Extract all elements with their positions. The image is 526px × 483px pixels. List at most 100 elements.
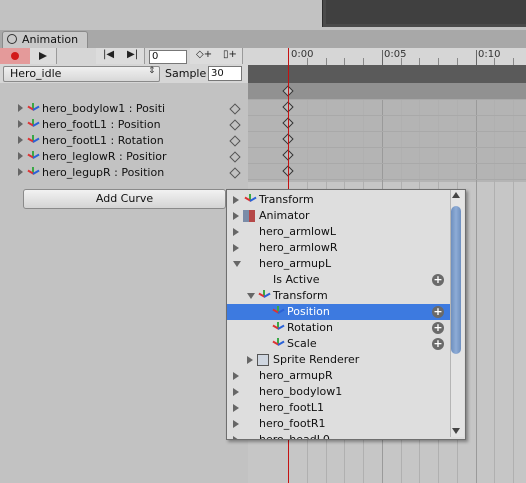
scroll-down-arrow-icon[interactable] <box>452 428 460 434</box>
add-property-plus-icon[interactable]: + <box>432 322 444 334</box>
row-separator <box>248 99 526 100</box>
row-separator <box>248 131 526 132</box>
expand-arrow-icon[interactable] <box>233 196 239 204</box>
popup-item[interactable]: Scale + <box>227 336 451 352</box>
transform-icon <box>26 134 40 148</box>
ruler-label: 0:05 <box>384 49 407 60</box>
ruler-tick <box>457 58 458 65</box>
popup-item[interactable]: Transform <box>227 288 451 304</box>
popup-item[interactable]: hero_armupL <box>227 256 451 272</box>
expand-arrow-icon[interactable] <box>18 136 23 144</box>
add-property-plus-icon[interactable]: + <box>432 274 444 286</box>
clip-name: Hero_idle <box>10 67 62 80</box>
popup-item-label: hero_armupL <box>259 257 332 270</box>
popup-item-label: Transform <box>273 289 328 302</box>
ruler-label: 0:10 <box>478 49 501 60</box>
popup-item[interactable]: Rotation + <box>227 320 451 336</box>
expand-arrow-icon[interactable] <box>18 168 23 176</box>
expand-arrow-icon[interactable] <box>18 104 23 112</box>
property-label: hero_bodylow1 : Positi <box>42 102 166 115</box>
scroll-up-arrow-icon[interactable] <box>452 192 460 198</box>
add-curve-button[interactable]: Add Curve <box>23 189 226 209</box>
expand-arrow-icon[interactable] <box>233 420 239 428</box>
next-keyframe-button[interactable]: ▶| <box>120 48 145 64</box>
events-strip[interactable] <box>248 65 526 83</box>
popup-item-label: hero_footL1 <box>259 401 325 414</box>
grid-line <box>494 99 495 483</box>
transform-icon <box>26 118 40 132</box>
add-property-plus-icon[interactable]: + <box>432 338 444 350</box>
sample-rate-field[interactable]: 30 <box>208 66 242 81</box>
previous-keyframe-icon: |◀ <box>103 49 115 60</box>
popup-item[interactable]: hero_bodylow1 <box>227 384 451 400</box>
popup-item[interactable]: Animator <box>227 208 451 224</box>
ruler-tick <box>438 58 439 65</box>
expand-arrow-icon[interactable] <box>233 372 239 380</box>
property-row[interactable]: hero_leglowR : Positior <box>0 149 248 165</box>
expand-arrow-icon[interactable] <box>18 120 23 128</box>
popup-item[interactable]: Transform <box>227 192 451 208</box>
popup-item-label: hero_bodylow1 <box>259 385 343 398</box>
clock-icon <box>7 34 17 44</box>
transform-icon <box>243 193 257 207</box>
ruler-tick <box>476 50 477 65</box>
popup-item-selected[interactable]: Position + <box>227 304 451 320</box>
ruler-tick <box>419 58 420 65</box>
collapse-arrow-icon[interactable] <box>247 293 255 299</box>
row-separator <box>248 179 526 180</box>
expand-arrow-icon[interactable] <box>233 212 239 220</box>
property-label: hero_footL1 : Rotation <box>42 134 164 147</box>
keyframe-toggle-icon[interactable] <box>229 103 241 115</box>
expand-arrow-icon[interactable] <box>233 436 239 439</box>
keyframe-toggle-icon[interactable] <box>229 119 241 131</box>
transform-icon <box>26 102 40 116</box>
property-row[interactable]: hero_footL1 : Rotation <box>0 133 248 149</box>
add-event-button[interactable]: ▯+ <box>216 48 243 64</box>
property-row[interactable]: hero_footL1 : Position <box>0 117 248 133</box>
popup-item[interactable]: hero_armupR <box>227 368 451 384</box>
previous-keyframe-button[interactable]: |◀ <box>96 48 121 64</box>
dropdown-arrow-icon: ⇕ <box>148 66 156 76</box>
popup-item[interactable]: Sprite Renderer <box>227 352 451 368</box>
animator-icon <box>243 210 255 222</box>
keyframe-toggle-icon[interactable] <box>229 151 241 163</box>
frame-field[interactable]: 0 <box>149 50 187 64</box>
add-event-icon: ▯+ <box>223 49 237 60</box>
add-keyframe-icon: ◇+ <box>196 49 213 60</box>
expand-arrow-icon[interactable] <box>233 388 239 396</box>
expand-arrow-icon[interactable] <box>233 244 239 252</box>
transform-icon <box>26 150 40 164</box>
keyframe-toggle-icon[interactable] <box>229 167 241 179</box>
popup-item[interactable]: Is Active + <box>227 272 451 288</box>
add-curve-popup: Transform Animator hero_armlowL hero_armlow… <box>226 189 466 440</box>
next-keyframe-icon: ▶| <box>127 49 139 60</box>
tab-animation-label: Animation <box>22 33 79 46</box>
keyframe-toggle-icon[interactable] <box>229 135 241 147</box>
popup-item-label: Sprite Renderer <box>273 353 360 366</box>
ruler-tick <box>513 58 514 65</box>
grid-line <box>513 99 514 483</box>
transform-icon <box>271 337 285 351</box>
popup-item-label: hero_armlowR <box>259 241 338 254</box>
popup-item[interactable]: hero_armlowL <box>227 224 451 240</box>
row-separator <box>248 147 526 148</box>
play-icon <box>39 52 47 60</box>
popup-item[interactable]: hero_footL1 <box>227 400 451 416</box>
expand-arrow-icon[interactable] <box>18 152 23 160</box>
expand-arrow-icon[interactable] <box>247 356 253 364</box>
popup-item-label: hero_armlowL <box>259 225 336 238</box>
add-keyframe-button[interactable]: ◇+ <box>190 48 217 64</box>
popup-item[interactable]: hero_armlowR <box>227 240 451 256</box>
property-row[interactable]: hero_legupR : Position <box>0 165 248 181</box>
expand-arrow-icon[interactable] <box>233 228 239 236</box>
property-row[interactable]: hero_bodylow1 : Positi <box>0 101 248 117</box>
ruler-tick <box>363 58 364 65</box>
scrollbar-thumb[interactable] <box>451 206 461 354</box>
collapse-arrow-icon[interactable] <box>233 261 241 267</box>
popup-item[interactable]: hero_headL0 <box>227 432 451 439</box>
expand-arrow-icon[interactable] <box>233 404 239 412</box>
popup-item-label: hero_footR1 <box>259 417 326 430</box>
popup-item[interactable]: hero_footR1 <box>227 416 451 432</box>
popup-item-label: Scale <box>287 337 317 350</box>
add-property-plus-icon[interactable]: + <box>432 306 444 318</box>
